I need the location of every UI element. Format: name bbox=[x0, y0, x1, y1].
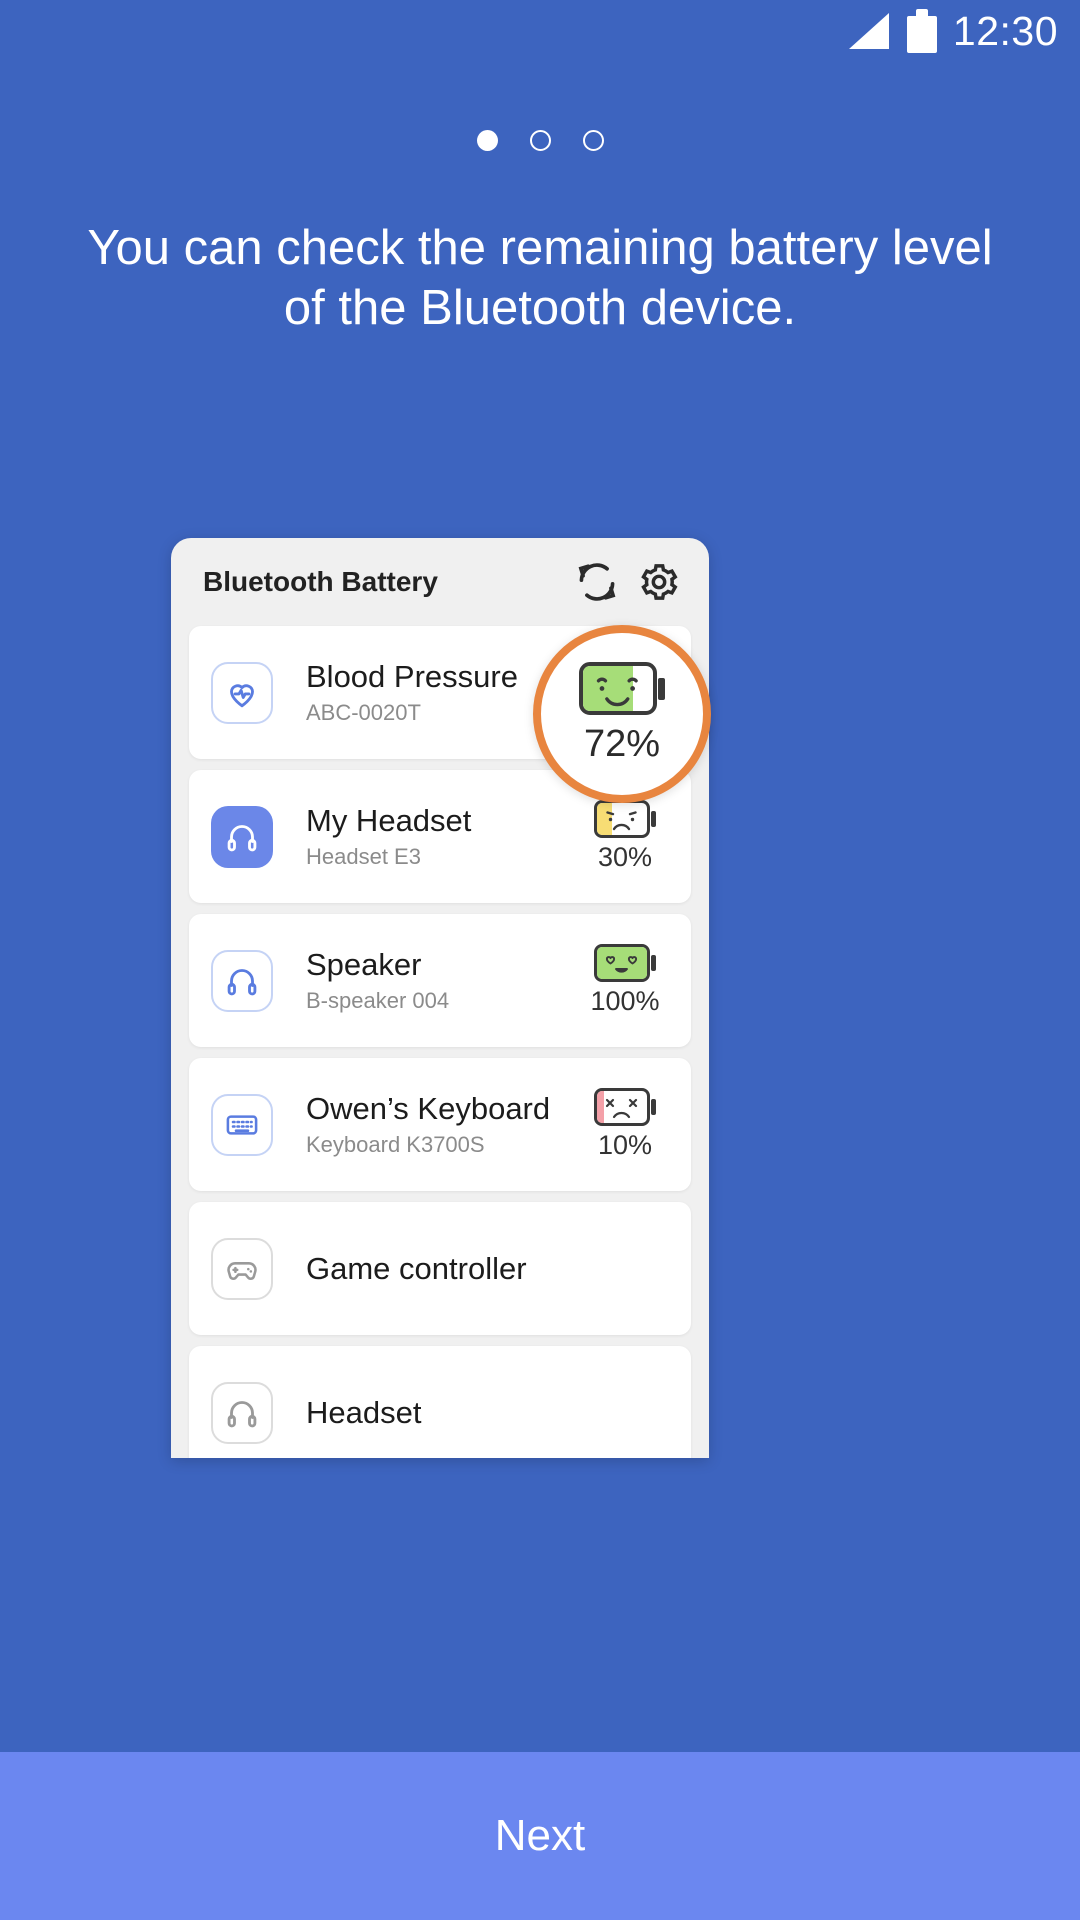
device-battery: 10% bbox=[577, 1088, 673, 1161]
device-name: Owen’s Keyboard bbox=[306, 1090, 551, 1126]
heart-pulse-icon bbox=[211, 661, 273, 724]
device-name: Game controller bbox=[306, 1250, 527, 1286]
battery-face-frown-icon bbox=[594, 800, 656, 838]
device-text: Blood Pressure ABC-0020T bbox=[273, 658, 577, 728]
gear-icon[interactable] bbox=[637, 560, 681, 604]
device-text: Game controller bbox=[273, 1250, 577, 1288]
page-dot-1[interactable] bbox=[476, 130, 498, 151]
device-battery: 30% bbox=[577, 800, 673, 873]
battery-face-dead-icon bbox=[594, 1088, 656, 1126]
device-model: B-speaker 004 bbox=[306, 987, 450, 1013]
headphones-icon bbox=[211, 805, 273, 868]
keyboard-icon bbox=[211, 1093, 273, 1156]
gamepad-icon bbox=[211, 1237, 273, 1300]
highlight-battery-percent: 72% bbox=[583, 723, 661, 765]
status-bar: 12:30 bbox=[0, 0, 1080, 62]
page-indicator bbox=[0, 130, 1080, 151]
device-row[interactable]: Owen’s Keyboard Keyboard K3700S 10% bbox=[189, 1058, 691, 1191]
device-row[interactable]: Headset bbox=[189, 1346, 691, 1458]
battery-face-heart-eyes-icon bbox=[594, 944, 656, 982]
card-header: Bluetooth Battery bbox=[171, 538, 709, 626]
page-dot-2[interactable] bbox=[529, 130, 551, 151]
signal-triangle-icon bbox=[848, 13, 889, 49]
device-model: Keyboard K3700S bbox=[306, 1131, 485, 1157]
refresh-icon[interactable] bbox=[575, 560, 619, 604]
device-battery: 100% bbox=[577, 944, 673, 1017]
device-name: Speaker bbox=[306, 946, 422, 982]
device-model: Headset E3 bbox=[306, 843, 421, 869]
battery-percent: 10% bbox=[597, 1130, 653, 1160]
device-row[interactable]: Speaker B-speaker 004 100% bbox=[189, 914, 691, 1047]
onboarding-headline: You can check the remaining battery leve… bbox=[87, 221, 993, 335]
battery-face-smile-icon bbox=[579, 662, 665, 715]
battery-icon bbox=[906, 9, 937, 53]
device-row[interactable]: Game controller bbox=[189, 1202, 691, 1335]
battery-highlight-spotlight: 72% bbox=[533, 625, 711, 803]
device-name: My Headset bbox=[306, 802, 472, 838]
status-bar-clock: 12:30 bbox=[952, 7, 1058, 54]
device-text: Speaker B-speaker 004 bbox=[273, 946, 577, 1016]
battery-percent: 30% bbox=[597, 842, 653, 872]
battery-percent: 100% bbox=[590, 986, 660, 1016]
headphones-icon bbox=[211, 949, 273, 1012]
device-text: Owen’s Keyboard Keyboard K3700S bbox=[273, 1090, 577, 1160]
next-button[interactable]: Next bbox=[0, 1752, 1080, 1920]
card-title: Bluetooth Battery bbox=[203, 566, 438, 597]
page-dot-3[interactable] bbox=[582, 130, 604, 151]
device-text: My Headset Headset E3 bbox=[273, 802, 577, 872]
device-name: Headset bbox=[306, 1394, 422, 1430]
headphones-icon bbox=[211, 1381, 273, 1444]
device-text: Headset bbox=[273, 1394, 577, 1432]
